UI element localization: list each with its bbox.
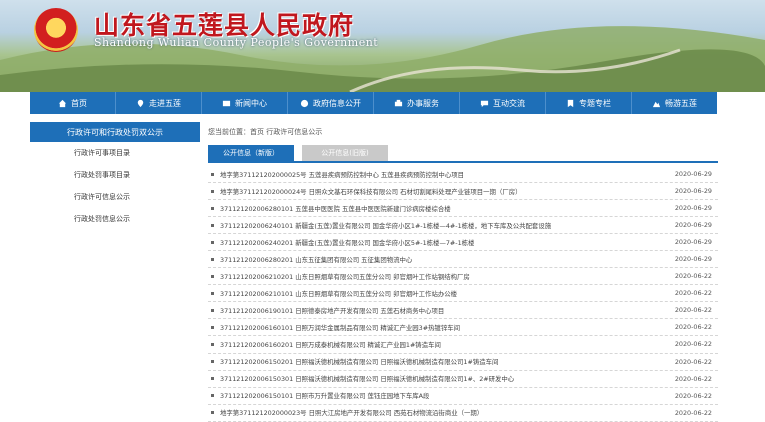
list-item[interactable]: 地字第371121202000024号 日照众文基石环保科技有限公司 石材切割尾… xyxy=(208,183,718,201)
list-item-date: 2020-06-22 xyxy=(674,391,712,400)
list-item[interactable]: 371121202006150101 日照市万升置业有限公司 莲钰庄园地下车库A… xyxy=(208,388,718,405)
bullet-icon xyxy=(211,394,214,398)
nav-item-label: 专题专栏 xyxy=(579,98,611,108)
nav-item-interact[interactable]: 互动交流 xyxy=(460,92,546,114)
list-item[interactable]: 地字第371121202000023号 日照大江房地产开发有限公司 西苑石材物流… xyxy=(208,405,718,422)
list-item-title[interactable]: 地字第371121202000025号 五莲县疾病预防控制中心 五莲县疾病预防控… xyxy=(220,170,464,179)
nav-item-info[interactable]: 政府信息公开 xyxy=(288,92,374,114)
list-item-date: 2020-06-22 xyxy=(674,323,712,332)
sidebar-item-permit-catalog[interactable]: 行政许可事项目录 xyxy=(30,142,200,164)
bullet-icon xyxy=(211,189,214,193)
list-item-date: 2020-06-22 xyxy=(674,408,712,417)
bullet-icon xyxy=(211,274,214,278)
sidebar: 行政许可和行政处罚双公示 行政许可事项目录 行政处罚事项目录 行政许可信息公示 … xyxy=(30,122,200,230)
bookmark-icon xyxy=(567,99,574,107)
bullet-icon xyxy=(211,257,214,261)
list-item-title[interactable]: 371121202006150201 日照福沃德机械制造有限公司 日照福沃德机械… xyxy=(220,357,498,366)
nav-item-news[interactable]: 新闻中心 xyxy=(202,92,288,114)
sidebar-item-permit-info[interactable]: 行政许可信息公示 xyxy=(30,186,200,208)
news-icon xyxy=(222,100,231,106)
list-item[interactable]: 371121202006210201 山东日照烟草有限公司五莲分公司 卯官烟叶工… xyxy=(208,268,718,286)
list-item-date: 2020-06-29 xyxy=(674,170,712,179)
list-item-title[interactable]: 371121202006240101 新疆金(五莲)置业有限公司 国金华府小区1… xyxy=(220,221,551,230)
list-item-date: 2020-06-29 xyxy=(674,187,712,196)
tour-icon xyxy=(652,101,661,107)
list-item-title[interactable]: 地字第371121202000023号 日照大江房地产开发有限公司 西苑石材物流… xyxy=(220,408,483,417)
list-item[interactable]: 地字第371121202000025号 五莲县疾病预防控制中心 五莲县疾病预防控… xyxy=(208,166,718,184)
info-icon xyxy=(300,99,309,107)
list-item-title[interactable]: 371121202006280201 山东五征集团有限公司 五征集团物流中心 xyxy=(220,255,412,264)
list-item[interactable]: 371121202006240101 新疆金(五莲)置业有限公司 国金华府小区1… xyxy=(208,217,718,235)
list-item[interactable]: 371121202006150201 日照福沃德机械制造有限公司 日照福沃德机械… xyxy=(208,354,718,371)
site-banner: 山东省五莲县人民政府 Shandong Wulian County People… xyxy=(0,0,765,92)
list-item-title[interactable]: 371121202006160201 日照万成泰机械有限公司 精诚汇产业园1#铸… xyxy=(220,340,441,349)
national-emblem-icon[interactable] xyxy=(34,8,78,52)
list-item-date: 2020-06-22 xyxy=(674,340,712,349)
nav-item-label: 新闻中心 xyxy=(235,98,267,108)
nav-item-label: 办事服务 xyxy=(407,98,439,108)
list-item-date: 2020-06-29 xyxy=(674,255,712,264)
list-item[interactable]: 371121202006280101 五莲县中医医院 五莲县中医医院新建门诊病房… xyxy=(208,200,718,218)
bullet-icon xyxy=(211,377,214,381)
bullet-icon xyxy=(211,223,214,227)
nav-item-service[interactable]: 办事服务 xyxy=(374,92,460,114)
list-item[interactable]: 371121202006240201 新疆金(五莲)置业有限公司 国金华府小区5… xyxy=(208,234,718,252)
list-item-date: 2020-06-29 xyxy=(674,221,712,230)
bullet-icon xyxy=(211,325,214,329)
list-item[interactable]: 371121202006190101 日照德泰房地产开发有限公司 五莲石材商务中… xyxy=(208,302,718,320)
home-icon xyxy=(58,99,67,107)
list-item-date: 2020-06-22 xyxy=(674,306,712,315)
nav-item-label: 走进五莲 xyxy=(149,98,181,108)
nav-item-tour[interactable]: 畅游五莲 xyxy=(632,92,717,114)
sidebar-header[interactable]: 行政许可和行政处罚双公示 xyxy=(30,122,200,142)
tab-old-version[interactable]: 公开信息(旧版) xyxy=(302,145,388,161)
list-item-title[interactable]: 371121202006190101 日照德泰房地产开发有限公司 五莲石材商务中… xyxy=(220,306,444,315)
chat-icon xyxy=(480,100,489,107)
list-item[interactable]: 371121202006210101 山东日照烟草有限公司五莲分公司 卯官烟叶工… xyxy=(208,285,718,303)
nav-item-topics[interactable]: 专题专栏 xyxy=(546,92,632,114)
list-item[interactable]: 371121202006160101 日照万润华金属制品有限公司 精诚汇产业园3… xyxy=(208,319,718,337)
bullet-icon xyxy=(211,411,214,415)
bullet-icon xyxy=(211,360,214,364)
list-item-date: 2020-06-22 xyxy=(674,272,712,281)
list-item-date: 2020-06-29 xyxy=(674,204,712,213)
bullet-icon xyxy=(211,172,214,176)
list-item-title[interactable]: 371121202006210201 山东日照烟草有限公司五莲分公司 卯官烟叶工… xyxy=(220,272,470,281)
nav-item-label: 政府信息公开 xyxy=(313,98,361,108)
bullet-icon xyxy=(211,342,214,346)
permit-list: 地字第371121202000025号 五莲县疾病预防控制中心 五莲县疾病预防控… xyxy=(208,166,718,422)
breadcrumb: 您当前位置：首页 行政许可信息公示 xyxy=(208,128,323,136)
nav-item-about[interactable]: 走进五莲 xyxy=(116,92,202,114)
list-item-title[interactable]: 371121202006160101 日照万润华金属制品有限公司 精诚汇产业园3… xyxy=(220,323,460,332)
sidebar-item-penalty-info[interactable]: 行政处罚信息公示 xyxy=(30,208,200,230)
bullet-icon xyxy=(211,206,214,210)
site-subtitle: Shandong Wulian County People's Governme… xyxy=(94,36,379,49)
location-icon xyxy=(137,99,144,107)
tab-bar: 公开信息（新版） 公开信息(旧版) xyxy=(208,145,718,163)
list-item-title[interactable]: 371121202006150101 日照市万升置业有限公司 莲钰庄园地下车库A… xyxy=(220,391,429,400)
list-item-date: 2020-06-22 xyxy=(674,357,712,366)
list-item-title[interactable]: 地字第371121202000024号 日照众文基石环保科技有限公司 石材切割尾… xyxy=(220,187,522,196)
list-item[interactable]: 371121202006150301 日照福沃德机械制造有限公司 日照福沃德机械… xyxy=(208,371,718,388)
list-item-title[interactable]: 371121202006150301 日照福沃德机械制造有限公司 日照福沃德机械… xyxy=(220,374,514,383)
list-item[interactable]: 371121202006280201 山东五征集团有限公司 五征集团物流中心 20… xyxy=(208,251,718,269)
nav-item-home[interactable]: 首页 xyxy=(30,92,116,114)
tab-new-version[interactable]: 公开信息（新版） xyxy=(208,145,294,161)
nav-item-label: 首页 xyxy=(71,98,87,108)
list-item-date: 2020-06-29 xyxy=(674,238,712,247)
list-item[interactable]: 371121202006160201 日照万成泰机械有限公司 精诚汇产业园1#铸… xyxy=(208,336,718,354)
sidebar-item-penalty-catalog[interactable]: 行政处罚事项目录 xyxy=(30,164,200,186)
nav-item-label: 互动交流 xyxy=(493,98,525,108)
list-item-date: 2020-06-22 xyxy=(674,289,712,298)
list-item-title[interactable]: 371121202006210101 山东日照烟草有限公司五莲分公司 卯官烟叶工… xyxy=(220,289,457,298)
main-nav: 首页 走进五莲 新闻中心 政府信息公开 办事服务 互动交流 专题专栏 畅游五莲 xyxy=(30,92,717,114)
bullet-icon xyxy=(211,291,214,295)
nav-item-label: 畅游五莲 xyxy=(665,98,697,108)
list-item-title[interactable]: 371121202006280101 五莲县中医医院 五莲县中医医院新建门诊病房… xyxy=(220,204,451,213)
bullet-icon xyxy=(211,308,214,312)
list-item-title[interactable]: 371121202006240201 新疆金(五莲)置业有限公司 国金华府小区5… xyxy=(220,238,474,247)
list-item-date: 2020-06-22 xyxy=(674,374,712,383)
service-icon xyxy=(394,99,403,106)
bullet-icon xyxy=(211,240,214,244)
